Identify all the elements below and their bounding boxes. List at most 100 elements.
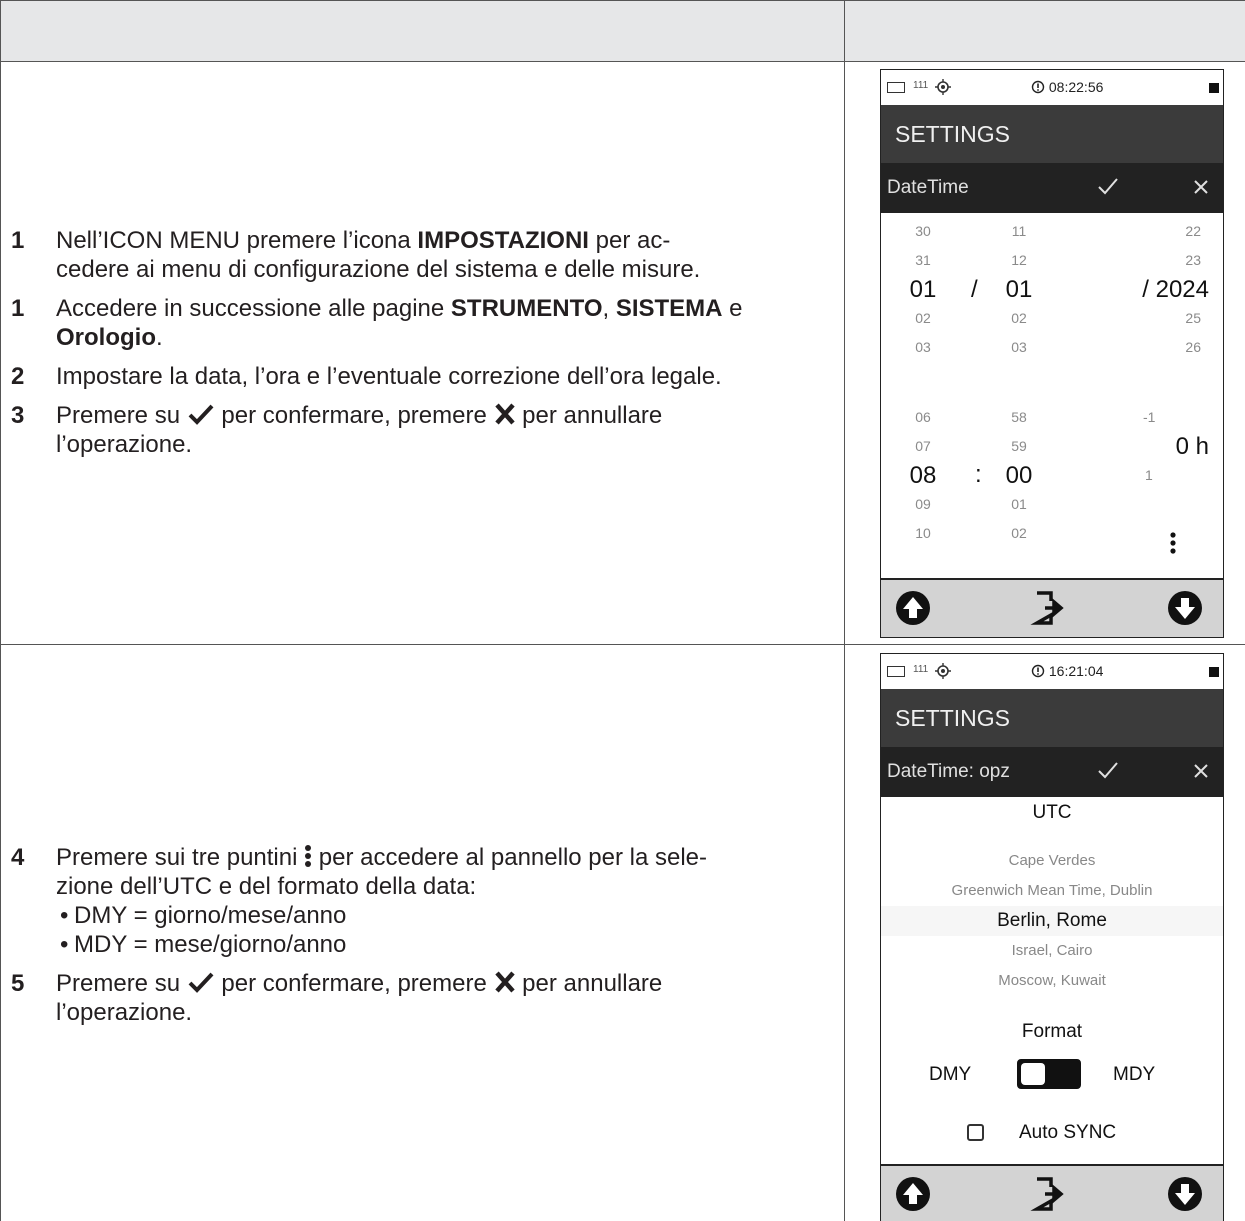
picker-selected-value: 08 (909, 462, 937, 489)
picker-value: 03 (1011, 339, 1027, 355)
format-toggle[interactable] (1017, 1059, 1081, 1089)
step-keyword: IMPOSTAZIONI (417, 227, 589, 254)
step-keyword: SISTEMA (615, 295, 723, 322)
confirm-button[interactable] (1097, 747, 1119, 797)
step-text: Accedere in successione alle pagine (56, 295, 451, 322)
utc-zone-selected[interactable]: Berlin, Rome (881, 906, 1223, 936)
step-text: per confermare, premere (214, 970, 494, 997)
device-footer (881, 578, 1223, 637)
gps-icon (935, 79, 951, 95)
confirm-button[interactable] (1097, 163, 1119, 213)
scroll-down-icon[interactable] (1165, 588, 1205, 628)
table-row-divider (0, 644, 1245, 645)
format-mdy-description: MDY = mese/giorno/anno (56, 930, 842, 959)
clock-alert-icon (1031, 80, 1045, 94)
gps-icon (935, 663, 951, 679)
step-keyword: STRUMENTO (450, 295, 603, 322)
device-screen-datetime-options: 111 16:21:04 SETTINGS DateTime: opz UTC … (880, 653, 1224, 1221)
exit-icon[interactable] (1029, 588, 1069, 628)
step-text: per annullare (515, 970, 663, 997)
minute-picker[interactable]: 58 59 00 01 02 (997, 403, 1041, 548)
utc-zone-option[interactable]: Greenwich Mean Time, Dublin (881, 876, 1223, 906)
picker-selected-value: 0 h (1175, 433, 1209, 460)
format-legend: DMY = giorno/mese/anno MDY = mese/giorno… (56, 901, 842, 959)
recording-indicator (1209, 83, 1219, 93)
utc-zone-option[interactable]: Cape Verdes (881, 846, 1223, 876)
step-text: per confermare, premere (214, 402, 494, 429)
step-text: . (155, 324, 163, 351)
step-text: Nell’ICON MENU premere l’icona (56, 227, 418, 254)
picker-value: 10 (915, 525, 931, 541)
format-option-mdy: MDY (1113, 1064, 1156, 1085)
device-footer (881, 1164, 1223, 1221)
scroll-down-icon[interactable] (1165, 1174, 1205, 1214)
device-screen-datetime: 111 08:22:56 SETTINGS DateTime 30 31 01 … (880, 69, 1224, 638)
status-clock: 08:22:56 (1031, 79, 1103, 95)
instructions-section-2: 4 Premere sui tre puntini per accedere a… (8, 843, 842, 1037)
utc-zone-option[interactable]: Moscow, Kuwait (881, 966, 1223, 996)
picker-value: 02 (1011, 525, 1027, 541)
status-time: 16:21:04 (1048, 663, 1104, 679)
picker-value: -1 (1143, 409, 1156, 425)
exit-icon[interactable] (1029, 1174, 1069, 1214)
date-separator: / (971, 276, 978, 303)
toggle-knob (1021, 1063, 1045, 1085)
screen-subtitle: DateTime (887, 177, 969, 198)
day-picker[interactable]: 30 31 01 02 03 (901, 217, 945, 362)
close-icon (1194, 180, 1208, 194)
picker-value: 22 (1185, 223, 1201, 239)
step-text: cedere ai menu di configurazione del sis… (56, 256, 701, 283)
utc-zone-list[interactable]: Cape Verdes Greenwich Mean Time, Dublin … (881, 842, 1223, 1002)
scroll-up-icon[interactable] (893, 1174, 933, 1214)
step-2-set-date-time: 2 Impostare la data, l’ora e l’eventuale… (8, 362, 842, 391)
checkmark-icon (188, 404, 214, 425)
picker-value: 07 (915, 438, 931, 454)
picker-selected-value: 01 (1005, 276, 1033, 303)
picker-value: 09 (915, 496, 931, 512)
table-column-divider (844, 0, 845, 1221)
screen-title: SETTINGS (881, 689, 1223, 747)
step-text: Premere su (56, 402, 187, 429)
auto-sync-checkbox[interactable] (967, 1124, 984, 1141)
picker-value: 26 (1185, 339, 1201, 355)
picker-value: 01 (1011, 496, 1027, 512)
picker-value: 25 (1185, 310, 1201, 326)
picker-value: 1 (1145, 467, 1153, 483)
checkmark-icon (188, 972, 214, 993)
dst-picker[interactable]: -1 0 h 1 (1131, 403, 1215, 490)
step-text: l’operazione. (56, 431, 193, 458)
picker-value: 30 (915, 223, 931, 239)
step-number: 4 (11, 844, 25, 871)
more-options-icon[interactable] (1169, 532, 1177, 554)
cross-icon (494, 403, 515, 425)
table-header-band (1, 1, 1245, 61)
picker-value: 23 (1185, 252, 1201, 268)
picker-value: 02 (1011, 310, 1027, 326)
utc-zone-option[interactable]: Israel, Cairo (881, 936, 1223, 966)
month-picker[interactable]: 11 12 01 02 03 (997, 217, 1041, 362)
picker-value: 02 (915, 310, 931, 326)
utc-label: UTC (1032, 802, 1072, 823)
picker-value: 12 (1011, 252, 1027, 268)
hour-picker[interactable]: 06 07 08 09 10 (901, 403, 945, 548)
step-keyword: Orologio (56, 324, 156, 351)
cancel-button[interactable] (1193, 163, 1209, 213)
step-text: , (602, 295, 616, 322)
battery-icon (887, 666, 905, 677)
picker-value: 06 (915, 409, 931, 425)
format-option-dmy: DMY (929, 1064, 972, 1085)
picker-selected-value: / 2024 (1142, 276, 1209, 303)
step-text: Premere sui tre puntini (56, 844, 305, 871)
time-separator: : (975, 461, 982, 488)
picker-selected-value: 01 (909, 276, 937, 303)
step-text: zione dell’UTC e del formato della data: (56, 873, 477, 900)
scroll-up-icon[interactable] (893, 588, 933, 628)
cancel-button[interactable] (1193, 747, 1209, 797)
table-border-top (0, 0, 1245, 1)
auto-sync-label: Auto SYNC (1019, 1122, 1117, 1143)
screen-subtitle-bar: DateTime: opz (881, 747, 1223, 797)
picker-value: 59 (1011, 438, 1027, 454)
battery-icon (887, 82, 905, 93)
year-picker[interactable]: 22 23 / 2024 25 26 (1095, 217, 1215, 362)
format-label: Format (1021, 1021, 1083, 1042)
